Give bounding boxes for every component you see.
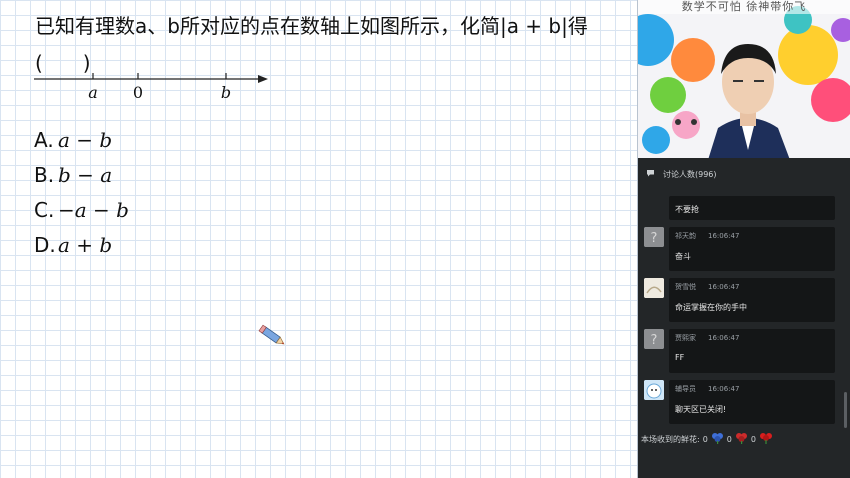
option-d: D. a + b <box>34 233 112 257</box>
svg-text:?: ? <box>651 231 658 246</box>
chat-meta: 贾熙家 16:06:47 <box>675 333 739 343</box>
chat-meta: 辅导员 16:06:47 <box>675 384 739 394</box>
label-zero: 0 <box>133 83 143 102</box>
chat-bubble: 贾熙家 16:06:47 FF <box>669 329 835 373</box>
chat-bubble: 祁天韵 16:06:47 奋斗 <box>669 227 835 271</box>
option-letter: B. <box>34 163 55 187</box>
blue-flower-icon[interactable] <box>711 432 724 446</box>
chat-message-text: 奋斗 <box>675 252 691 261</box>
option-letter: D. <box>34 233 56 257</box>
option-expression: a − b <box>58 128 113 152</box>
assistant-avatar <box>644 380 664 400</box>
chat-time: 16:06:47 <box>708 283 740 291</box>
chat-time: 16:06:47 <box>708 334 740 342</box>
number-line: a 0 b <box>34 73 268 102</box>
chat-message-text: FF <box>675 353 685 362</box>
side-panel: 数学不可怕 徐神带你飞 讨论人数(996) 不要抢 ? 祁天韵 16:06:47 … <box>638 0 850 478</box>
chat-message-text: 聊天区已关闭! <box>675 405 727 414</box>
option-c: C. −a − b <box>34 198 129 222</box>
chat-username: 祁天韵 <box>675 232 696 240</box>
option-expression: −a − b <box>58 198 129 222</box>
chat-username: 贺雪悦 <box>675 283 696 291</box>
option-a: A. a − b <box>34 128 112 152</box>
chat-header: 讨论人数(996) <box>638 163 850 185</box>
red-flower-icon[interactable] <box>735 432 748 446</box>
option-expression: b − a <box>58 163 113 187</box>
question-text: 已知有理数a、b所对应的点在数轴上如图所示，化简|a + b|得 <box>35 14 588 38</box>
chat-bubble-icon <box>646 169 655 179</box>
option-b: B. b − a <box>34 163 112 187</box>
option-letter: C. <box>34 198 55 222</box>
chat-bubble: 不要抢 <box>669 196 835 220</box>
chat-scrollbar[interactable] <box>844 392 847 428</box>
chat-message-text: 命运掌握在你的手中 <box>675 303 747 312</box>
flower-count: 0 <box>750 434 756 444</box>
flower-count: 0 <box>702 434 708 444</box>
chat-message-text: 不要抢 <box>675 205 699 214</box>
label-a: a <box>88 83 98 102</box>
label-b: b <box>221 83 231 102</box>
user-avatar: ? <box>644 227 664 247</box>
chat-username: 辅导员 <box>675 385 696 393</box>
video-caption: 数学不可怕 徐神带你飞 <box>638 0 850 14</box>
pencil-cursor-icon <box>258 324 285 345</box>
chat-participant-count: 讨论人数(996) <box>663 169 717 179</box>
flowers-received: 本场收到的鲜花: 0 0 0 <box>641 432 773 446</box>
user-avatar <box>644 278 664 298</box>
chat-time: 16:06:47 <box>708 385 740 393</box>
option-expression: a + b <box>58 233 113 257</box>
whiteboard: 已知有理数a、b所对应的点在数轴上如图所示，化简|a + b|得 ( ) a 0… <box>0 0 638 478</box>
rose-bouquet-icon[interactable] <box>759 432 773 446</box>
flowers-label: 本场收到的鲜花: <box>641 434 700 444</box>
user-avatar: ? <box>644 329 664 349</box>
chat-time: 16:06:47 <box>708 232 740 240</box>
teacher-video-image <box>638 0 850 158</box>
chat-meta: 祁天韵 16:06:47 <box>675 231 739 241</box>
teacher-video: 数学不可怕 徐神带你飞 <box>638 0 850 158</box>
svg-text:?: ? <box>651 333 658 348</box>
flower-count: 0 <box>726 434 732 444</box>
number-line-arrow <box>258 75 268 83</box>
chat-meta: 贺雪悦 16:06:47 <box>675 282 739 292</box>
chat-message-list[interactable]: 不要抢 ? 祁天韵 16:06:47 奋斗 贺雪悦 16:06:47 命运掌握在… <box>638 190 850 430</box>
option-letter: A. <box>34 128 54 152</box>
chat-username: 贾熙家 <box>675 334 696 342</box>
chat-bubble: 贺雪悦 16:06:47 命运掌握在你的手中 <box>669 278 835 322</box>
chat-bubble: 辅导员 16:06:47 聊天区已关闭! <box>669 380 835 424</box>
